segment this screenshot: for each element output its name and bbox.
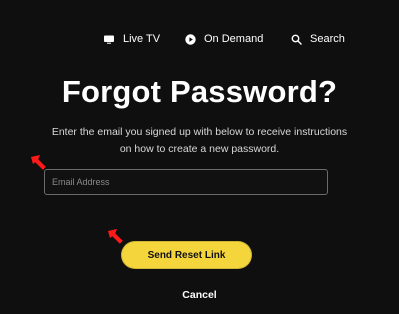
page-title: Forgot Password?	[61, 74, 338, 109]
nav-item-label: On Demand	[204, 33, 264, 45]
cancel-button[interactable]: Cancel	[0, 289, 399, 301]
nav-item-label: Search	[310, 33, 345, 45]
email-field[interactable]	[44, 169, 328, 195]
send-reset-link-button[interactable]: Send Reset Link	[121, 241, 252, 269]
instructions-text: Enter the email you signed up with below…	[51, 126, 348, 155]
play-circle-icon	[184, 33, 196, 45]
nav-item-on-demand[interactable]: On Demand	[184, 30, 263, 48]
search-icon	[290, 33, 302, 45]
nav-item-search[interactable]: Search	[290, 30, 345, 48]
nav-item-label: Live TV	[123, 33, 161, 45]
tv-icon	[103, 33, 115, 45]
red-arrow-marker-send	[108, 229, 123, 244]
nav-item-live-tv[interactable]: Live TV	[103, 30, 160, 48]
forgot-password-screen: Live TV On Demand Search Forgot Password…	[0, 0, 399, 314]
top-navigation: Live TV On Demand Search	[0, 30, 399, 48]
